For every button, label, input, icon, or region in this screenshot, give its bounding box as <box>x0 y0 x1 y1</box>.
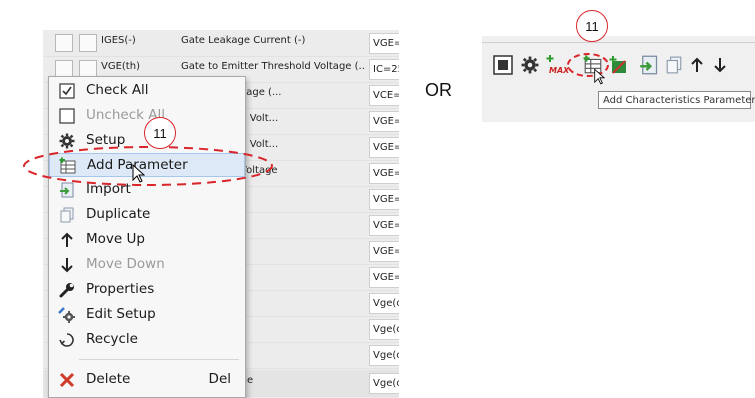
checkbox-checked-icon <box>58 82 76 100</box>
menu-item-label: Move Down <box>86 256 165 272</box>
row-description: Gate to Emitter Threshold Voltage (... <box>181 61 366 72</box>
row-checkbox-2[interactable] <box>79 34 97 52</box>
menu-item-check-all[interactable]: Check All <box>49 79 245 103</box>
mouse-cursor-icon-toolbar <box>594 68 605 85</box>
delete-x-icon <box>58 371 76 389</box>
or-label: OR <box>425 80 452 100</box>
select-all-icon[interactable] <box>493 55 513 75</box>
menu-item-delete[interactable]: Delete Del <box>49 368 245 392</box>
row-condition[interactable]: VGE= <box>369 241 399 262</box>
row-condition[interactable]: Vge(c <box>369 373 399 394</box>
row-symbol: VGE(th) <box>101 61 140 72</box>
row-condition[interactable]: VGE= <box>369 33 399 54</box>
menu-item-label: Duplicate <box>86 206 151 222</box>
row-condition[interactable]: VGE= <box>369 137 399 158</box>
gear-icon[interactable] <box>520 55 540 75</box>
highlight-ellipse <box>23 146 273 186</box>
arrow-up-icon[interactable] <box>687 55 707 75</box>
row-condition[interactable]: VGE= <box>369 163 399 184</box>
recycle-icon <box>58 331 76 349</box>
step-number-badge-toolbar: 11 <box>576 10 608 42</box>
row-condition[interactable]: Vge(c <box>369 319 399 340</box>
menu-item-recycle[interactable]: Recycle <box>49 328 245 352</box>
arrow-down-icon[interactable] <box>710 55 730 75</box>
row-condition[interactable]: Vge(c <box>369 293 399 314</box>
row-description: Gate Leakage Current (-) <box>181 35 306 46</box>
menu-item-move-down[interactable]: Move Down <box>49 253 245 277</box>
menu-item-label: Edit Setup <box>86 306 156 322</box>
checkbox-empty-icon <box>58 107 76 125</box>
row-condition[interactable]: Vge(c <box>369 345 399 366</box>
wrench-icon <box>58 281 76 299</box>
menu-item-shortcut: Del <box>208 371 231 387</box>
menu-separator <box>79 359 239 360</box>
menu-item-edit-setup[interactable]: Edit Setup <box>49 303 245 327</box>
menu-item-label: Recycle <box>86 331 138 347</box>
row-symbol: IGES(-) <box>101 35 136 46</box>
tooltip: Add Characteristics Parameter <box>598 91 755 109</box>
menu-item-duplicate[interactable]: Duplicate <box>49 203 245 227</box>
duplicate-icon[interactable] <box>664 55 684 75</box>
menu-item-label: Check All <box>86 82 149 98</box>
edit-setup-icon <box>58 306 76 324</box>
arrow-down-icon <box>58 256 76 274</box>
menu-item-label: Move Up <box>86 231 145 247</box>
row-condition[interactable]: VGE= <box>369 111 399 132</box>
row-condition[interactable]: VGE= <box>369 267 399 288</box>
menu-item-label: Properties <box>86 281 155 297</box>
step-number-badge: 11 <box>144 117 176 149</box>
row-condition[interactable]: VGE= <box>369 215 399 236</box>
row-checkbox[interactable] <box>55 34 73 52</box>
row-condition[interactable]: VCE= <box>369 85 399 106</box>
menu-item-label: Delete <box>86 371 131 387</box>
import-icon[interactable] <box>639 55 659 75</box>
add-green-icon[interactable] <box>609 55 629 75</box>
menu-item-properties[interactable]: Properties <box>49 278 245 302</box>
arrow-up-icon <box>58 231 76 249</box>
row-condition[interactable]: IC=25 <box>369 59 399 80</box>
table-row[interactable]: IGES(-) Gate Leakage Current (-) VGE= <box>43 30 399 57</box>
row-condition[interactable]: VGE= <box>369 189 399 210</box>
duplicate-icon <box>58 206 76 224</box>
menu-item-move-up[interactable]: Move Up <box>49 228 245 252</box>
